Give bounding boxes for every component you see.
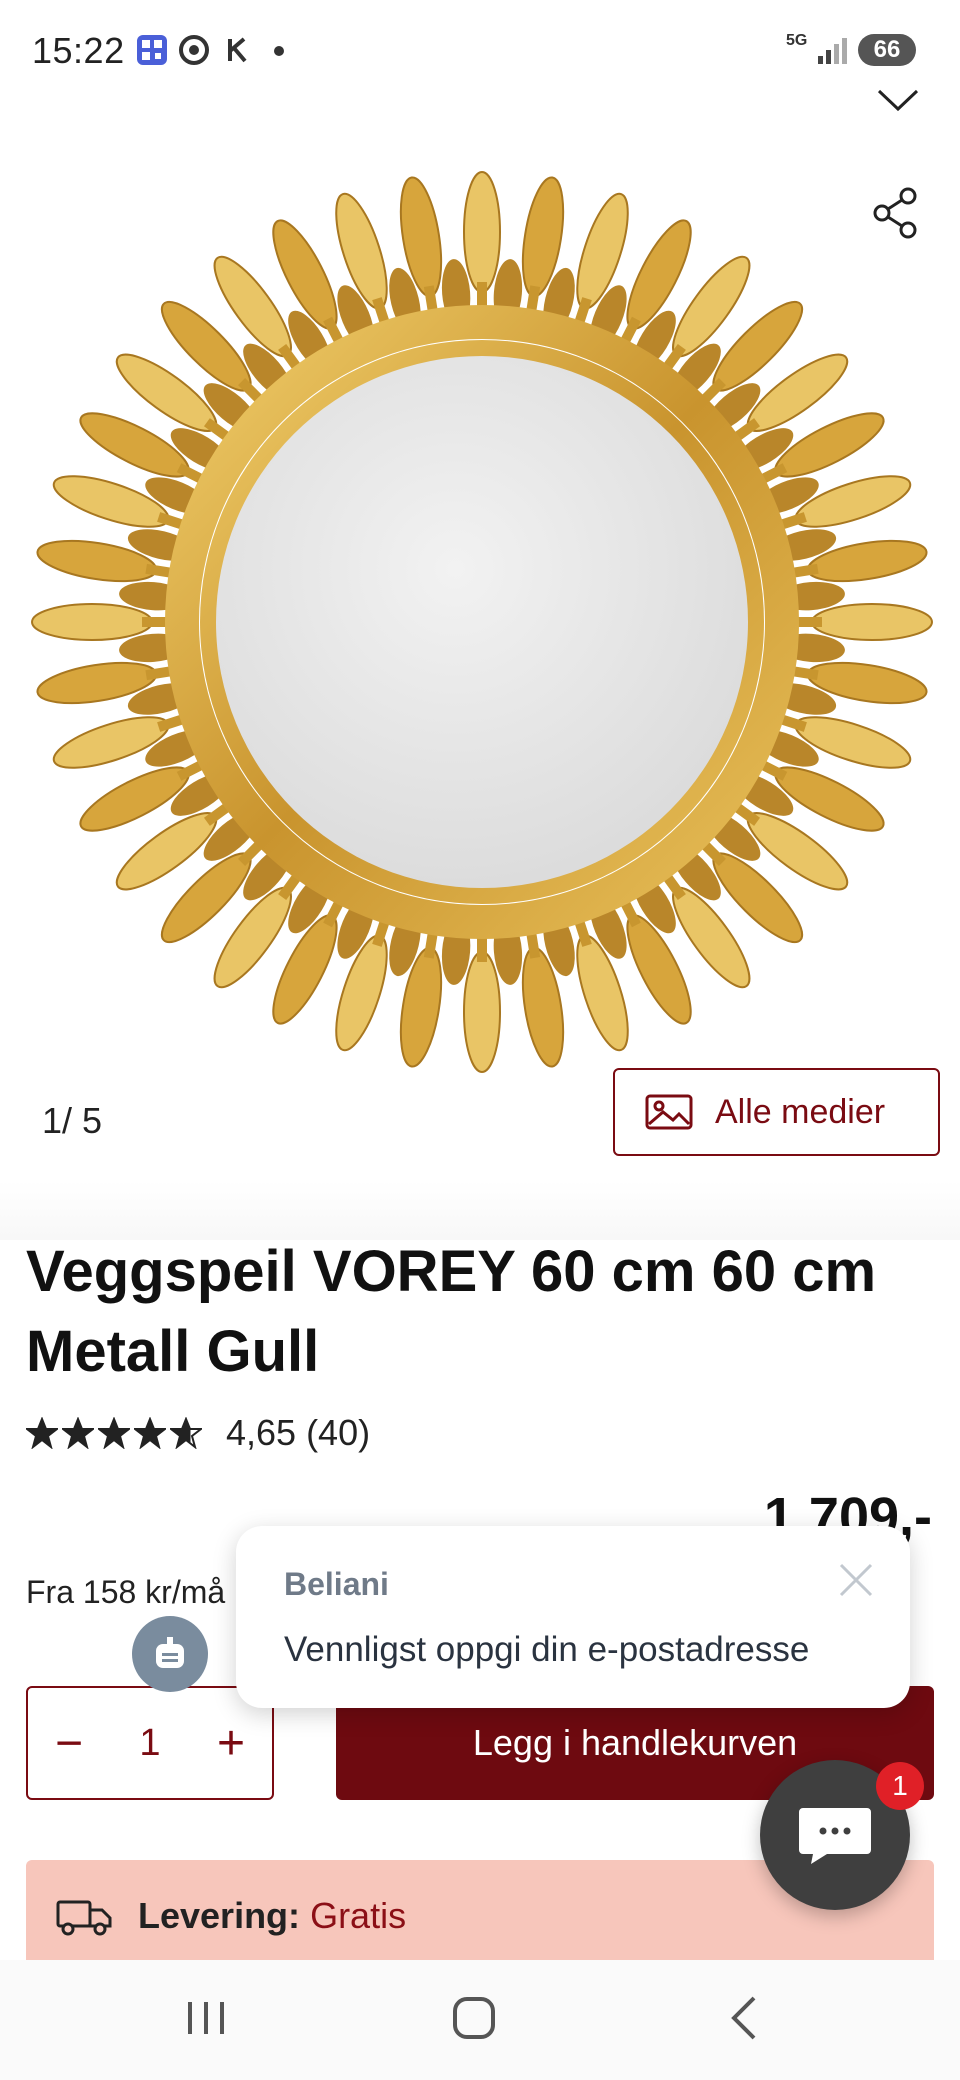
back-icon[interactable]	[704, 1988, 784, 2048]
star-icon	[98, 1417, 130, 1449]
star-icon	[26, 1417, 58, 1449]
gallery-counter: 1/ 5	[42, 1100, 103, 1141]
all-media-label: Alle medier	[715, 1092, 886, 1131]
battery-indicator: 66	[858, 34, 916, 66]
quantity-value[interactable]: 1	[139, 1722, 160, 1765]
chat-bubble-icon	[799, 1808, 871, 1864]
network-type: 5G	[786, 32, 808, 49]
chat-popup-brand: Beliani	[284, 1566, 389, 1602]
chevron-down-icon[interactable]	[876, 86, 920, 114]
system-nav-bar	[0, 1960, 960, 2080]
truck-icon	[56, 1900, 112, 1936]
close-icon[interactable]	[838, 1562, 874, 1598]
quantity-stepper: − 1 +	[26, 1686, 274, 1800]
k-app-icon	[228, 37, 247, 63]
status-bar: 15:22 5G 66	[0, 0, 960, 100]
delivery-value: Gratis	[310, 1895, 407, 1936]
chatbot-avatar	[132, 1616, 208, 1692]
signal-icon	[818, 38, 847, 64]
notification-dot	[274, 46, 284, 56]
financing-price: Fra 158 kr/må	[26, 1574, 226, 1610]
status-time: 15:22	[32, 30, 125, 71]
increase-quantity-button[interactable]: +	[204, 1716, 258, 1770]
chat-popup-message: Vennligst oppgi din e-postadresse	[284, 1630, 810, 1669]
recent-apps-icon[interactable]	[166, 1988, 246, 2048]
product-title: Veggspeil VOREY 60 cm 60 cm Metall Gull	[26, 1239, 877, 1384]
qr-app-icon	[137, 35, 167, 65]
image-icon	[645, 1094, 693, 1130]
delivery-label: Levering:	[138, 1895, 301, 1936]
star-icon	[134, 1417, 166, 1449]
robot-icon	[156, 1637, 184, 1668]
star-icon	[62, 1417, 94, 1449]
product-rating[interactable]: 4,65 (40)	[26, 1412, 370, 1454]
decrease-quantity-button[interactable]: −	[42, 1716, 96, 1770]
home-icon[interactable]	[434, 1988, 514, 2048]
chat-unread-badge: 1	[876, 1762, 924, 1810]
chat-popup[interactable]: Beliani Vennligst oppgi din e-postadress…	[236, 1526, 910, 1708]
chrome-icon	[179, 35, 209, 65]
product-image[interactable]	[26, 166, 938, 1078]
image-fade	[0, 1180, 960, 1240]
rating-stars	[26, 1417, 202, 1449]
rating-text: 4,65 (40)	[226, 1412, 371, 1453]
star-icon	[170, 1417, 202, 1449]
all-media-button[interactable]: Alle medier	[613, 1068, 940, 1156]
